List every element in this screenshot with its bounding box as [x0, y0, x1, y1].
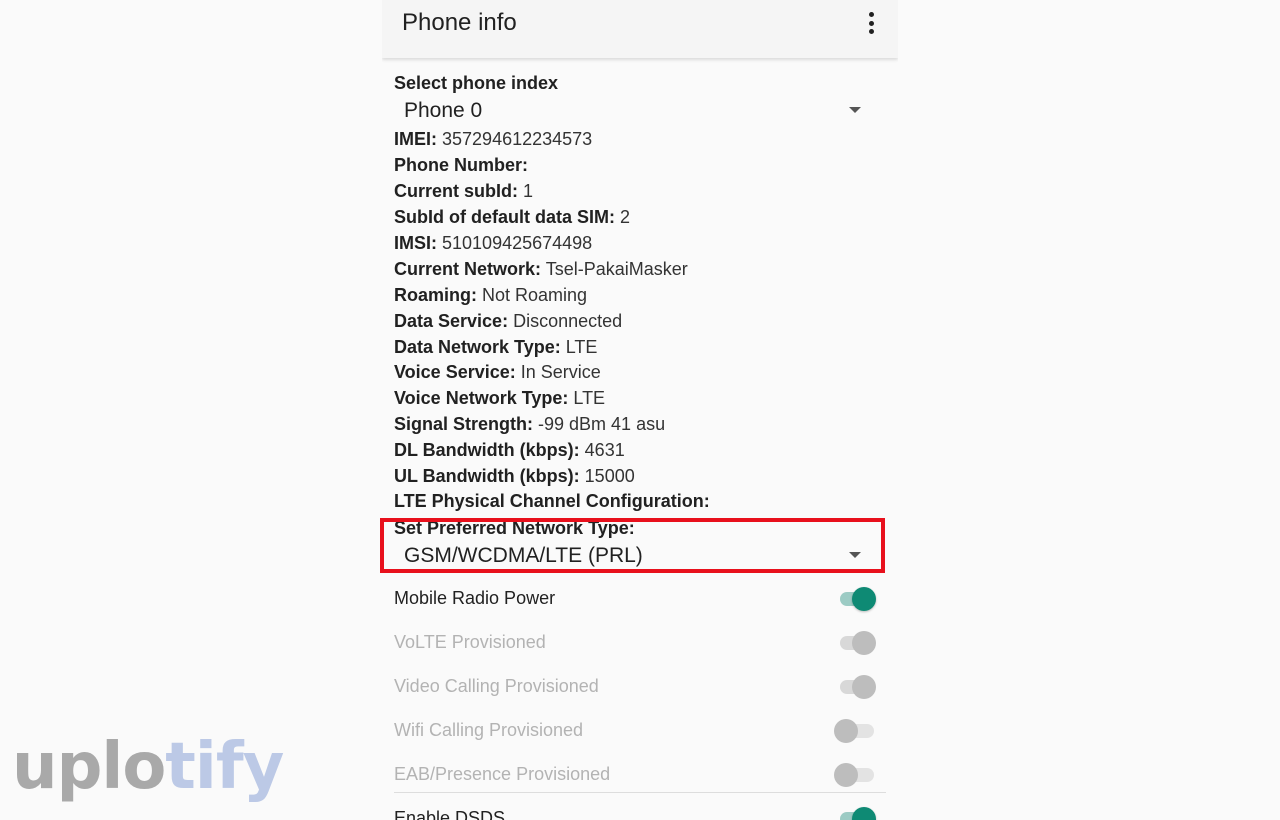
info-value: 357294612234573: [442, 129, 593, 149]
info-row: SubId of default data SIM: 2: [394, 206, 630, 228]
switch-label: Mobile Radio Power: [394, 588, 556, 608]
info-value: 2: [620, 207, 631, 227]
switch-label: VoLTE Provisioned: [394, 632, 546, 652]
toggle-switch: [834, 629, 878, 657]
info-row: LTE Physical Channel Configuration:: [394, 490, 710, 512]
phone-info-screen: Phone info Select phone index Phone 0 IM…: [382, 0, 898, 820]
dropdown-arrow-icon: [849, 552, 861, 558]
toggle-switch[interactable]: [834, 805, 878, 820]
toggle-thumb: [852, 807, 876, 820]
uplotify-logo: uplotify: [12, 736, 285, 804]
preferred-network-value: GSM/WCDMA/LTE (PRL): [404, 544, 643, 567]
switch-row: VoLTE Provisioned: [394, 621, 886, 665]
info-row: IMEI: 357294612234573: [394, 128, 592, 150]
info-row: Current Network: Tsel-PakaiMasker: [394, 258, 688, 280]
info-key: DL Bandwidth (kbps):: [394, 440, 580, 460]
info-row: DL Bandwidth (kbps): 4631: [394, 439, 625, 461]
toggle-thumb: [834, 719, 858, 743]
info-value: Disconnected: [513, 311, 623, 331]
info-key: Phone Number:: [394, 155, 529, 175]
info-value: Tsel-PakaiMasker: [545, 259, 688, 279]
toggle-switch[interactable]: [834, 585, 878, 613]
info-key: SubId of default data SIM:: [394, 207, 615, 227]
switch-label: Wifi Calling Provisioned: [394, 720, 584, 740]
phone-index-label: Select phone index: [394, 73, 559, 93]
switch-row[interactable]: Enable DSDS: [394, 797, 886, 820]
info-row: Current subId: 1: [394, 180, 533, 202]
info-key: Voice Service:: [394, 362, 516, 382]
info-row: Data Service: Disconnected: [394, 310, 622, 332]
info-row: Roaming: Not Roaming: [394, 284, 587, 306]
info-value: 1: [523, 181, 534, 201]
dropdown-arrow-icon: [849, 107, 861, 113]
info-row: Signal Strength: -99 dBm 41 asu: [394, 413, 665, 435]
info-key: Data Network Type:: [394, 337, 561, 357]
toggle-thumb: [834, 763, 858, 787]
info-value: -99 dBm 41 asu: [538, 414, 666, 434]
preferred-network-dropdown[interactable]: GSM/WCDMA/LTE (PRL): [394, 541, 874, 571]
switch-label: Enable DSDS: [394, 808, 506, 820]
info-value: 15000: [584, 466, 635, 486]
switch-row[interactable]: Mobile Radio Power: [394, 577, 886, 621]
svg-text:uplotify: uplotify: [12, 736, 284, 804]
app-bar: Phone info: [382, 0, 898, 58]
divider: [394, 792, 886, 793]
switch-row: Wifi Calling Provisioned: [394, 709, 886, 753]
switch-label: EAB/Presence Provisioned: [394, 764, 611, 784]
toggle-thumb: [852, 675, 876, 699]
info-value: 4631: [584, 440, 625, 460]
info-key: Current subId:: [394, 181, 518, 201]
switch-row: Video Calling Provisioned: [394, 665, 886, 709]
info-value: In Service: [520, 362, 601, 382]
info-row: Phone Number:: [394, 154, 528, 176]
info-key: Data Service:: [394, 311, 509, 331]
page-title: Phone info: [402, 9, 517, 36]
preferred-network-label: Set Preferred Network Type:: [394, 518, 635, 538]
info-value: LTE: [565, 337, 598, 357]
info-key: IMSI:: [394, 233, 437, 253]
info-key: Signal Strength:: [394, 414, 533, 434]
switch-row: EAB/Presence Provisioned: [394, 753, 886, 797]
info-key: LTE Physical Channel Configuration:: [394, 491, 710, 511]
info-key: Voice Network Type:: [394, 388, 569, 408]
info-value: LTE: [573, 388, 606, 408]
info-key: Current Network:: [394, 259, 542, 279]
info-row: Voice Network Type: LTE: [394, 387, 605, 409]
phone-index-value: Phone 0: [404, 99, 483, 122]
info-value: Not Roaming: [482, 285, 588, 305]
screen: Phone info Select phone index Phone 0 IM…: [0, 0, 1280, 820]
info-key: UL Bandwidth (kbps):: [394, 466, 580, 486]
more-vert-icon[interactable]: [860, 10, 882, 36]
toggle-switch: [834, 673, 878, 701]
switch-label: Video Calling Provisioned: [394, 676, 599, 696]
info-key: Roaming:: [394, 285, 477, 305]
toggle-thumb: [852, 587, 876, 611]
toggle-thumb: [852, 631, 876, 655]
phone-index-dropdown[interactable]: Phone 0: [394, 96, 874, 126]
info-row: Voice Service: In Service: [394, 361, 601, 383]
info-row: Data Network Type: LTE: [394, 336, 597, 358]
info-value: 510109425674498: [442, 233, 593, 253]
info-row: IMSI: 510109425674498: [394, 232, 592, 254]
info-row: UL Bandwidth (kbps): 15000: [394, 465, 635, 487]
toggle-switch: [834, 717, 878, 745]
info-key: IMEI:: [394, 129, 437, 149]
toggle-switch: [834, 761, 878, 789]
